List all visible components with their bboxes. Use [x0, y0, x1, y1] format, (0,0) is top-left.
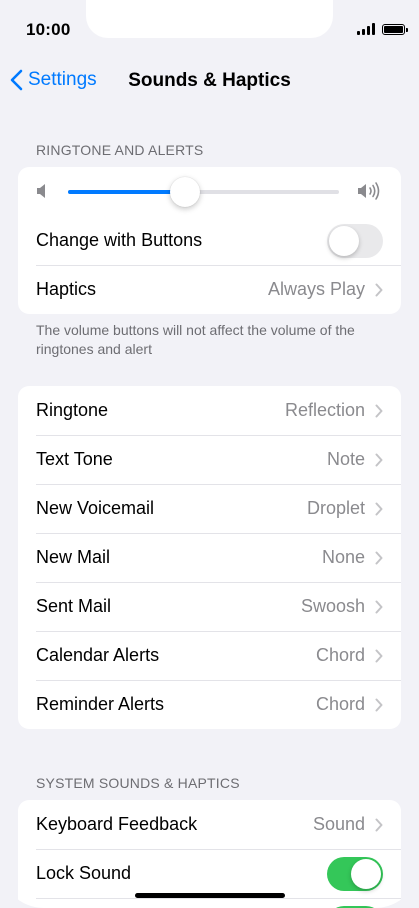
keyboard-feedback-row[interactable]: Keyboard Feedback Sound: [18, 800, 401, 849]
lock-sound-label: Lock Sound: [36, 863, 132, 883]
tone-label: Text Tone: [36, 449, 113, 469]
tone-value: Note: [326, 449, 365, 469]
tone-value: Chord: [315, 694, 365, 714]
navigation-bar: Settings Sounds & Haptics: [0, 60, 419, 104]
notch: [86, 0, 333, 38]
tone-value: Reflection: [284, 400, 365, 420]
lock-sound-row: Lock Sound: [18, 849, 401, 898]
tone-value: Swoosh: [300, 596, 365, 616]
lock-sound-toggle[interactable]: [327, 856, 383, 891]
tone-value: Chord: [315, 645, 365, 665]
tone-row-sent-mail[interactable]: Sent Mail Swoosh: [18, 582, 401, 631]
haptics-label: Haptics: [36, 279, 97, 299]
section-header-ringtone-alerts: RINGTONE AND ALERTS: [36, 142, 204, 158]
chevron-right-icon: [375, 818, 383, 831]
chevron-right-icon: [375, 649, 383, 662]
tone-label: Ringtone: [36, 400, 109, 420]
tone-row-ringtone[interactable]: Ringtone Reflection: [18, 386, 401, 435]
haptics-row[interactable]: Haptics Always Play: [18, 265, 401, 314]
chevron-right-icon: [375, 551, 383, 564]
tone-row-new-mail[interactable]: New Mail None: [18, 533, 401, 582]
page-title: Sounds & Haptics: [128, 70, 291, 91]
tone-value: Droplet: [306, 498, 365, 518]
tone-row-text-tone[interactable]: Text Tone Note: [18, 435, 401, 484]
change-with-buttons-row: Change with Buttons: [18, 216, 401, 265]
chevron-right-icon: [375, 453, 383, 466]
volume-slider-row: [18, 167, 401, 216]
volume-high-icon: [358, 182, 380, 200]
chevron-right-icon: [375, 698, 383, 711]
tone-label: New Voicemail: [36, 498, 155, 518]
volume-footnote: The volume buttons will not affect the v…: [36, 322, 355, 357]
tone-row-reminder-alerts[interactable]: Reminder Alerts Chord: [18, 680, 401, 729]
next-row-partial: [18, 898, 401, 908]
volume-slider-fill: [68, 190, 185, 194]
keyboard-feedback-label: Keyboard Feedback: [36, 814, 198, 834]
battery-icon: [382, 23, 408, 35]
chevron-right-icon: [375, 600, 383, 613]
tone-label: Reminder Alerts: [36, 694, 165, 714]
section-header-system-sounds: SYSTEM SOUNDS & HAPTICS: [36, 775, 240, 791]
status-time: 10:00: [26, 20, 71, 39]
volume-low-icon: [37, 184, 45, 198]
tones-group: Ringtone Reflection Text Tone Note New Voice…: [18, 386, 401, 729]
change-with-buttons-label: Change with Buttons: [36, 230, 203, 250]
chevron-right-icon: [375, 404, 383, 417]
chevron-right-icon: [375, 283, 383, 296]
tone-label: New Mail: [36, 547, 111, 567]
haptics-value: Always Play: [267, 279, 365, 299]
screen: 10:00 Settings Sounds & Haptics RINGTONE…: [0, 0, 419, 908]
tone-label: Calendar Alerts: [36, 645, 160, 665]
chevron-right-icon: [375, 502, 383, 515]
signal-icon: [357, 23, 375, 35]
tone-row-calendar-alerts[interactable]: Calendar Alerts Chord: [18, 631, 401, 680]
volume-slider-thumb[interactable]: [169, 177, 200, 207]
system-sounds-group: Keyboard Feedback Sound Lock Sound: [18, 800, 401, 908]
ringtone-alerts-group: Change with Buttons Haptics Always Play: [18, 167, 401, 314]
volume-slider[interactable]: [68, 177, 339, 207]
home-indicator: [135, 893, 285, 898]
tone-value: None: [321, 547, 365, 567]
status-icons: [357, 23, 408, 35]
change-with-buttons-toggle[interactable]: [327, 223, 383, 258]
tone-label: Sent Mail: [36, 596, 112, 616]
keyboard-feedback-value: Sound: [312, 814, 365, 834]
tone-row-new-voicemail[interactable]: New Voicemail Droplet: [18, 484, 401, 533]
